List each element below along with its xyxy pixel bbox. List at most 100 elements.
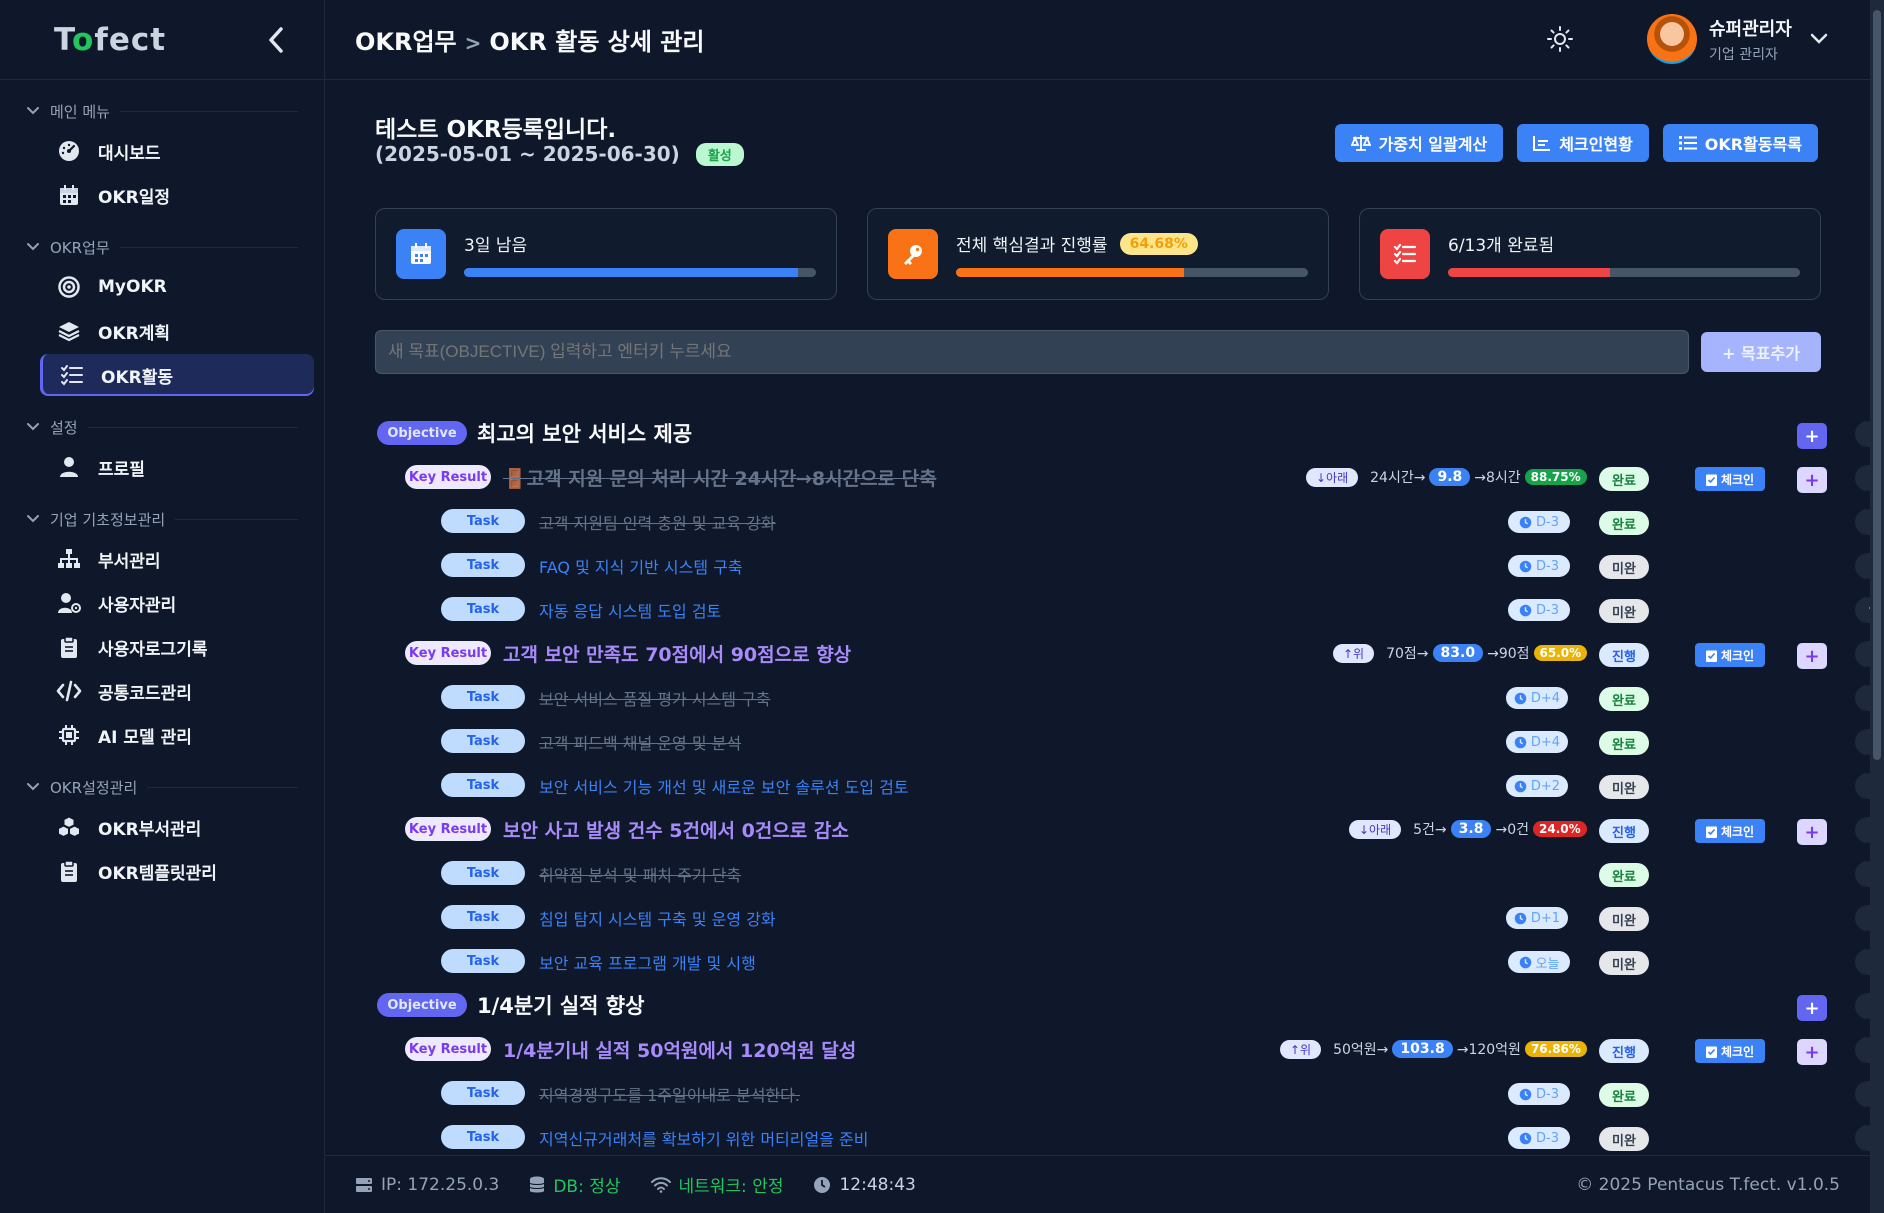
clock-icon <box>1519 1088 1532 1100</box>
assignee-badge[interactable]: 이서준 <box>1855 1081 1870 1107</box>
sidebar-item[interactable]: 공통코드관리 <box>40 670 314 712</box>
user-menu[interactable]: 슈퍼관리자 기업 관리자 <box>1647 14 1828 64</box>
assignee-badge[interactable]: 김시은 <box>1855 861 1870 887</box>
add-task-button[interactable]: + <box>1797 1039 1827 1065</box>
sidebar-section[interactable]: 메인 메뉴 <box>0 94 324 128</box>
breadcrumb-parent[interactable]: OKR업무 <box>355 28 457 56</box>
status-footer: IP: 172.25.0.3 DB: 정상 네트워크: 안정 12:48:43 … <box>325 1155 1870 1213</box>
sidebar-item[interactable]: OKR일정 <box>40 174 314 216</box>
assignee-badge[interactable]: 김시우 <box>1855 993 1870 1019</box>
sidebar-section[interactable]: OKR업무 <box>0 230 324 264</box>
row-title[interactable]: FAQ 및 지식 기반 시스템 구축 <box>539 554 743 578</box>
sidebar-nav: 메인 메뉴 대시보드 OKR일정 OKR업무 MyOKR OKR계획 OKR활동설정 프로필기… <box>0 94 324 892</box>
assignee-badge[interactable]: 김시은 <box>1855 641 1870 667</box>
sidebar-section[interactable]: 설정 <box>0 410 324 444</box>
row-title[interactable]: 최고의 보안 서비스 제공 <box>477 418 692 448</box>
sidebar-item[interactable]: MyOKR <box>40 266 314 308</box>
assignee-badge[interactable]: 김시은 <box>1855 509 1870 535</box>
okr-list: Objective 최고의 보안 서비스 제공 + 👽카프리 Key Result 🚪고객… <box>375 410 1870 1155</box>
weight-calc-button[interactable]: 가중치 일괄계산 <box>1334 124 1504 162</box>
sidebar-item[interactable]: 프로필 <box>40 446 314 488</box>
assignee-badge[interactable]: 👽카프리 <box>1855 421 1870 447</box>
row-title[interactable]: 보안 교육 프로그램 개발 및 시행 <box>539 950 756 974</box>
metric-current: 3.8 <box>1450 820 1492 838</box>
cubes-icon <box>56 814 82 840</box>
theme-toggle-button[interactable] <box>1547 26 1573 56</box>
row-title[interactable]: 침입 탐지 시스템 구축 및 운영 강화 <box>539 906 776 930</box>
checkin-button[interactable]: 체크인 <box>1695 643 1765 667</box>
db-text: DB: 정상 <box>553 1177 621 1197</box>
sidebar-item[interactable]: 부서관리 <box>40 538 314 580</box>
task-row: Task 보안 서비스 기능 개선 및 새로운 보안 솔루션 도입 검토 D+2 미완… <box>375 762 1870 806</box>
assignee-badge[interactable]: 이서준 <box>1855 1125 1870 1151</box>
assignee-badge[interactable]: 👽카프리 <box>1855 905 1870 931</box>
add-key-result-button[interactable]: + <box>1797 423 1827 449</box>
sidebar-item[interactable]: AI 모델 관리 <box>40 714 314 756</box>
activity-list-button[interactable]: OKR활동목록 <box>1662 124 1818 162</box>
scrollbar-thumb[interactable] <box>1873 10 1881 760</box>
kr-progress-card: 전체 핵심결과 진행률 64.68% <box>867 208 1329 300</box>
sidebar-item[interactable]: OKR부서관리 <box>40 806 314 848</box>
task-row: Task 고객 피드백 채널 운영 및 분석 D+4 완료 이준서 <box>375 718 1870 762</box>
checkin-button[interactable]: 체크인 <box>1695 819 1765 843</box>
row-title[interactable]: 고객 보안 만족도 70점에서 90점으로 향상 <box>503 640 851 667</box>
checkin-button[interactable]: 체크인 <box>1695 467 1765 491</box>
sidebar-item[interactable]: 사용자관리 <box>40 582 314 624</box>
sidebar-item[interactable]: 사용자로그기록 <box>40 626 314 668</box>
ip-text: IP: 172.25.0.3 <box>381 1174 500 1195</box>
chevron-down-icon <box>27 783 39 791</box>
assignee-badge[interactable]: 이서준 <box>1855 817 1870 843</box>
assignee-badge[interactable]: 👽카프리 <box>1855 949 1870 975</box>
assignee-badge[interactable]: 김혜진 <box>1855 553 1870 579</box>
row-title[interactable]: 1/4분기내 실적 50억원에서 120억원 달성 <box>503 1036 856 1063</box>
add-key-result-button[interactable]: + <box>1797 995 1827 1021</box>
checkin-button[interactable]: 체크인 <box>1695 1039 1765 1063</box>
row-title[interactable]: 🚪고객 지원 문의 처리 시간 24시간→8시간으로 단축 <box>503 464 937 491</box>
direction-badge: ↓아래 <box>1349 819 1402 839</box>
assignee-badge[interactable]: 꿀꿀이🐷 <box>1855 597 1870 623</box>
sidebar-section-label: 기업 기초정보관리 <box>50 510 166 529</box>
row-title[interactable]: 취약점 분석 및 패치 주기 단축 <box>539 862 741 886</box>
row-title[interactable]: 보안 서비스 품질 평가 시스템 구축 <box>539 686 771 710</box>
avatar <box>1647 14 1697 64</box>
code-icon <box>56 678 82 704</box>
okr-period: (2025-05-01 ~ 2025-06-30) 활성 <box>375 142 744 166</box>
row-title[interactable]: 자동 응답 시스템 도입 검토 <box>539 598 721 622</box>
row-title[interactable]: 1/4분기 실적 향상 <box>477 990 644 1020</box>
sidebar-section[interactable]: OKR설정관리 <box>0 770 324 804</box>
achievement-rate: 88.75% <box>1524 469 1587 485</box>
app-logo[interactable]: Tofect <box>54 22 166 58</box>
assignee-badge[interactable]: 이준서 <box>1855 729 1870 755</box>
row-title[interactable]: 고객 피드백 채널 운영 및 분석 <box>539 730 741 754</box>
checkin-status-button[interactable]: 체크인현황 <box>1517 124 1649 162</box>
sidebar-section-label: OKR설정관리 <box>50 778 138 797</box>
chip-icon <box>56 722 82 748</box>
row-title[interactable]: 보안 서비스 기능 개선 및 새로운 보안 솔루션 도입 검토 <box>539 774 909 798</box>
status-badge: 미완 <box>1599 599 1649 623</box>
key-result-tag: Key Result <box>405 465 491 489</box>
row-title[interactable]: 지역경쟁구도를 1주일이내로 분석한다. <box>539 1082 800 1106</box>
row-title[interactable]: 지역신규거래처를 확보하기 위한 머티리얼을 준비 <box>539 1126 868 1150</box>
sidebar-item[interactable]: 대시보드 <box>40 130 314 172</box>
sidebar-item[interactable]: OKR템플릿관리 <box>40 850 314 892</box>
assignee-badge[interactable]: 👽카프리 <box>1855 685 1870 711</box>
sidebar-item[interactable]: OKR계획 <box>40 310 314 352</box>
add-goal-button[interactable]: + 목표추가 <box>1701 332 1821 372</box>
add-task-button[interactable]: + <box>1797 819 1827 845</box>
add-task-button[interactable]: + <box>1797 643 1827 669</box>
okr-title: 테스트 OKR등록입니다. <box>375 117 617 143</box>
assignee-badge[interactable]: 👽카프리 <box>1855 773 1870 799</box>
assignee-badge[interactable]: 김혜진 <box>1855 1037 1870 1063</box>
sidebar-item[interactable]: OKR활동 <box>40 354 314 396</box>
sidebar-item-label: OKR부서관리 <box>98 819 202 840</box>
add-task-button[interactable]: + <box>1797 467 1827 493</box>
scrollbar[interactable] <box>1870 0 1884 1213</box>
breadcrumb-separator: > <box>464 31 482 55</box>
collapse-sidebar-button[interactable] <box>258 22 294 58</box>
clipboard-check-icon <box>1705 474 1717 486</box>
row-title[interactable]: 고객 지원팀 인력 충원 및 교육 강화 <box>539 510 776 534</box>
objective-input[interactable] <box>375 330 1689 374</box>
sidebar-section[interactable]: 기업 기초정보관리 <box>0 502 324 536</box>
row-title[interactable]: 보안 사고 발생 건수 5건에서 0건으로 감소 <box>503 816 849 843</box>
assignee-badge[interactable]: 👽카프리 <box>1855 465 1870 491</box>
